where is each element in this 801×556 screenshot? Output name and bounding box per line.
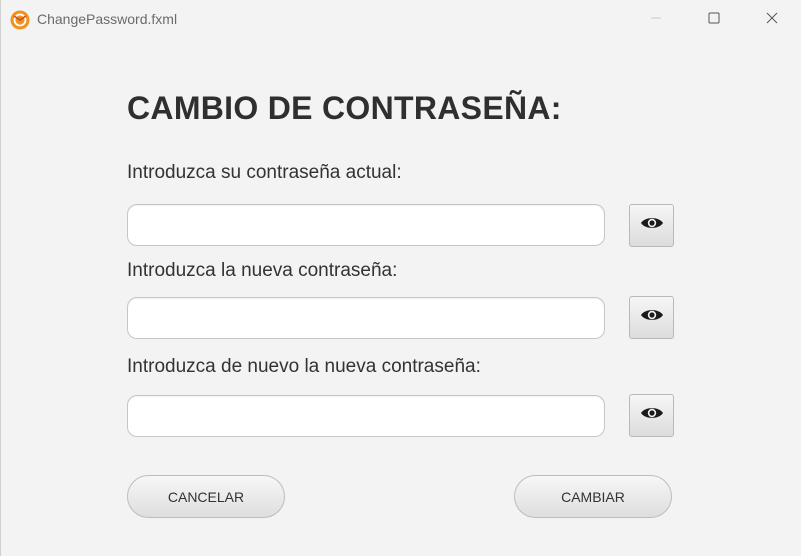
confirm-password-input[interactable] <box>127 395 605 437</box>
eye-icon <box>640 215 664 236</box>
minimize-button[interactable] <box>627 0 685 40</box>
window-title: ChangePassword.fxml <box>37 11 178 27</box>
confirm-password-label: Introduzca de nuevo la nueva contraseña: <box>127 356 481 377</box>
toggle-new-password-button[interactable] <box>629 296 674 339</box>
toggle-confirm-password-button[interactable] <box>629 394 674 437</box>
new-password-input[interactable] <box>127 297 605 339</box>
minimize-icon <box>650 11 662 29</box>
current-password-label: Introduzca su contraseña actual: <box>127 162 402 183</box>
page-title: CAMBIO DE CONTRASEÑA: <box>127 90 562 126</box>
current-password-input[interactable] <box>127 204 605 246</box>
maximize-icon <box>708 11 720 29</box>
eye-icon <box>640 307 664 328</box>
title-bar[interactable]: ChangePassword.fxml <box>1 0 801 40</box>
eye-icon <box>640 405 664 426</box>
change-password-window: ChangePassword.fxml CAMBIO DE CONTRASEÑA… <box>0 0 801 556</box>
maximize-button[interactable] <box>685 0 743 40</box>
cancel-button[interactable]: CANCELAR <box>127 475 285 518</box>
close-button[interactable] <box>743 0 801 40</box>
close-icon <box>766 11 778 29</box>
app-logo-icon <box>10 10 30 30</box>
new-password-label: Introduzca la nueva contraseña: <box>127 260 398 281</box>
toggle-current-password-button[interactable] <box>629 204 674 247</box>
change-password-button[interactable]: CAMBIAR <box>514 475 672 518</box>
